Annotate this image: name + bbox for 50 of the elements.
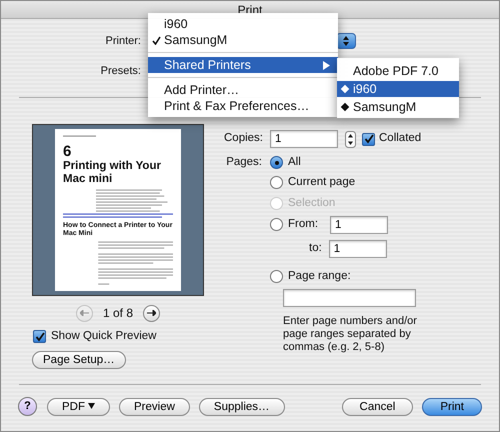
checkbox-label: Show Quick Preview: [51, 329, 156, 344]
copies-label: Copies:: [224, 131, 262, 146]
button[interactable]: Cancel: [342, 398, 414, 416]
button[interactable]: Preview: [119, 398, 190, 416]
radio-button[interactable]: [270, 156, 283, 170]
copies-stepper-icon[interactable]: [345, 130, 356, 148]
left-arrow-icon: [80, 310, 89, 316]
menu-item[interactable]: SamsungM: [148, 32, 338, 48]
page-title: Printing with Your Mac mini: [63, 160, 162, 186]
chapter-number: 6: [63, 144, 72, 160]
text-lines-drawing: [63, 135, 96, 138]
checkmark-icon: [152, 36, 160, 44]
radio-label: Current page: [288, 175, 356, 190]
help-text: Enter page numbers and/or page ranges separated by commas (e.g. 2, 5-8): [283, 315, 418, 354]
checkbox-label: Collated: [379, 131, 422, 146]
menu-item[interactable]: Shared Printers: [148, 57, 338, 73]
copies-field[interactable]: 1: [270, 130, 338, 148]
menu-item[interactable]: i960: [337, 81, 459, 97]
menu-item[interactable]: i960: [148, 16, 338, 32]
menu-item[interactable]: Print & Fax Preferences…: [148, 98, 338, 114]
button[interactable]: PDF: [47, 398, 110, 416]
page-setup-button[interactable]: Page Setup…: [32, 351, 126, 370]
window-title: Print: [238, 2, 262, 19]
to-field[interactable]: 1: [328, 240, 387, 258]
radio-label: Selection: [288, 196, 336, 210]
to-label: to:: [309, 241, 322, 256]
radio-button[interactable]: [270, 176, 283, 190]
button[interactable]: Print: [422, 398, 482, 416]
radio-button[interactable]: [270, 218, 283, 232]
show-quick-preview-checkbox[interactable]: [33, 330, 46, 344]
collated-checkbox[interactable]: [362, 132, 375, 146]
menu-item[interactable]: SamsungM: [337, 99, 459, 115]
menu-item[interactable]: Adobe PDF 7.0: [337, 63, 459, 79]
button[interactable]: Supplies…: [198, 398, 285, 416]
page-indicator: 1 of 8: [102, 305, 134, 322]
radio-button[interactable]: [270, 270, 283, 283]
menu-item[interactable]: Add Printer…: [148, 82, 338, 98]
submenu-arrow-icon: [323, 60, 330, 70]
right-arrow-icon: [147, 310, 156, 316]
radio-label: All: [288, 155, 301, 170]
presets-label: Presets:: [100, 64, 141, 79]
popup-stepper-icon[interactable]: [336, 33, 356, 49]
help-button[interactable]: ?: [18, 397, 37, 416]
printer-label: Printer:: [104, 34, 141, 49]
from-field[interactable]: 1: [330, 216, 388, 234]
radio-label: Page range:: [288, 268, 351, 284]
radio-label: From:: [288, 217, 318, 232]
next-page-button[interactable]: [143, 304, 160, 322]
pages-label: Pages:: [225, 155, 262, 170]
page-range-field[interactable]: [283, 289, 416, 307]
